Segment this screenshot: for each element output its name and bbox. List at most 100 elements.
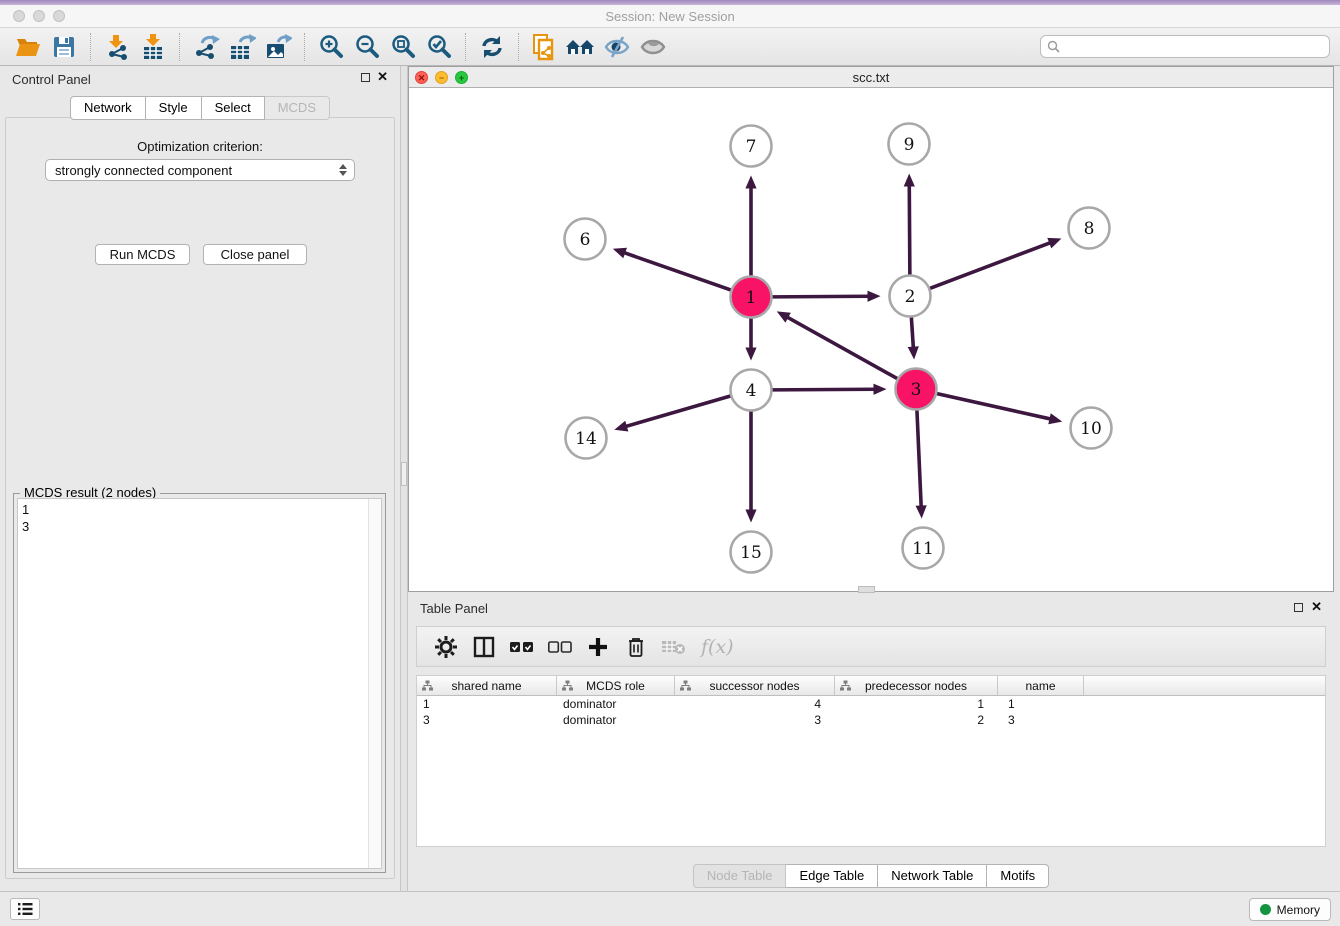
select-all-checkboxes-button[interactable]	[505, 631, 539, 663]
zoom-in-button[interactable]	[315, 32, 347, 62]
export-table-icon	[228, 34, 256, 60]
delete-table-button[interactable]	[657, 631, 691, 663]
result-scrollbar[interactable]	[368, 499, 381, 868]
table-cell[interactable]: 3	[998, 712, 1084, 728]
tab-network[interactable]: Network	[70, 96, 146, 120]
show-all-button[interactable]	[637, 32, 669, 62]
close-table-panel-icon[interactable]: ✕	[1311, 600, 1322, 614]
table-cell[interactable]: 3	[417, 712, 557, 728]
toolbar-separator	[465, 33, 466, 61]
import-table-button[interactable]	[137, 32, 169, 62]
tab-node-table[interactable]: Node Table	[693, 864, 787, 888]
graph-edge-2-8[interactable]	[930, 242, 1051, 288]
search-icon	[1047, 40, 1060, 53]
attribute-tree-icon	[840, 680, 851, 691]
network-window-titlebar[interactable]: ✕ − + scc.txt	[409, 67, 1333, 88]
graph-edge-3-1[interactable]	[786, 317, 897, 379]
search-field[interactable]	[1040, 35, 1330, 58]
mcds-result-area[interactable]: 1 3	[17, 498, 382, 869]
open-session-button[interactable]	[12, 32, 44, 62]
column-layout-button[interactable]	[467, 631, 501, 663]
zoom-selected-button[interactable]	[423, 32, 455, 62]
mcds-result-text: 1 3	[22, 501, 365, 866]
table-cell[interactable]: 2	[835, 712, 998, 728]
graph-edge-2-9[interactable]	[909, 184, 910, 274]
table-cell-filler	[1084, 712, 1325, 728]
table-cell[interactable]: dominator	[557, 696, 675, 712]
zoom-fit-button[interactable]	[387, 32, 419, 62]
import-network-button[interactable]	[101, 32, 133, 62]
float-table-panel-icon[interactable]	[1294, 603, 1303, 612]
table-cell[interactable]: 1	[998, 696, 1084, 712]
column-header-mcds-role[interactable]: MCDS role	[557, 676, 675, 695]
export-network-button[interactable]	[190, 32, 222, 62]
graph-edge-3-11[interactable]	[917, 410, 921, 507]
network-graph[interactable]: 7968124314101511	[409, 88, 1333, 591]
column-header-label: successor nodes	[709, 679, 799, 693]
table-panel: Table Panel ✕	[408, 595, 1334, 890]
function-builder-button[interactable]: f(x)	[695, 631, 739, 663]
deselect-all-checkboxes-button[interactable]	[543, 631, 577, 663]
criterion-dropdown[interactable]: strongly connected component	[45, 159, 355, 181]
delete-column-button[interactable]	[619, 631, 653, 663]
tab-style[interactable]: Style	[146, 96, 202, 120]
graph-edge-4-14[interactable]	[625, 396, 730, 427]
table-cell[interactable]: 1	[835, 696, 998, 712]
new-network-from-selection-button[interactable]	[529, 32, 561, 62]
float-panel-icon[interactable]	[361, 73, 370, 82]
graph-edge-1-2[interactable]	[772, 296, 869, 297]
hide-selected-button[interactable]	[601, 32, 633, 62]
export-image-button[interactable]	[262, 32, 294, 62]
tab-select[interactable]: Select	[202, 96, 265, 120]
column-header-shared-name[interactable]: shared name	[417, 676, 557, 695]
vertical-splitter[interactable]	[400, 66, 408, 891]
graph-edge-3-10[interactable]	[937, 394, 1051, 420]
graph-edge-2-3[interactable]	[911, 317, 913, 348]
close-panel-icon[interactable]: ✕	[377, 70, 388, 84]
tab-edge-table[interactable]: Edge Table	[786, 864, 878, 888]
unchecked-boxes-icon	[548, 641, 572, 653]
table-cell[interactable]: 3	[675, 712, 835, 728]
column-header-label: MCDS role	[586, 679, 645, 693]
search-input[interactable]	[1064, 40, 1323, 54]
save-session-button[interactable]	[48, 32, 80, 62]
table-cell[interactable]: 1	[417, 696, 557, 712]
column-header-name[interactable]: name	[998, 676, 1084, 695]
refresh-button[interactable]	[476, 32, 508, 62]
attribute-tree-icon	[562, 680, 573, 691]
graph-edge-4-3[interactable]	[772, 389, 875, 390]
node-table[interactable]: shared name MCDS role successor nodes prede…	[416, 675, 1326, 847]
column-header-successor-nodes[interactable]: successor nodes	[675, 676, 835, 695]
table-body: 1dominator4113dominator323	[417, 696, 1325, 728]
tab-mcds[interactable]: MCDS	[265, 96, 330, 120]
refresh-icon	[479, 35, 505, 59]
add-column-button[interactable]	[581, 631, 615, 663]
table-row[interactable]: 1dominator411	[417, 696, 1325, 712]
memory-button[interactable]: Memory	[1249, 898, 1331, 921]
graph-edge-1-6[interactable]	[623, 252, 730, 290]
task-history-button[interactable]	[10, 898, 40, 920]
tab-motifs[interactable]: Motifs	[987, 864, 1049, 888]
edge-arrowhead-icon	[614, 421, 628, 432]
zoom-out-button[interactable]	[351, 32, 383, 62]
first-neighbors-button[interactable]	[565, 32, 597, 62]
network-canvas[interactable]: 7968124314101511	[409, 88, 1333, 591]
column-header-predecessor-nodes[interactable]: predecessor nodes	[835, 676, 998, 695]
network-view-title: scc.txt	[409, 70, 1333, 85]
close-panel-button[interactable]: Close panel	[203, 244, 307, 265]
delete-table-icon	[661, 638, 687, 656]
export-table-button[interactable]	[226, 32, 258, 62]
horizontal-splitter-handle[interactable]	[858, 586, 875, 593]
splitter-handle[interactable]	[401, 462, 407, 486]
table-settings-button[interactable]	[429, 631, 463, 663]
table-row[interactable]: 3dominator323	[417, 712, 1325, 728]
fx-label: f(x)	[699, 636, 734, 658]
tab-network-table[interactable]: Network Table	[878, 864, 987, 888]
table-cell[interactable]: 4	[675, 696, 835, 712]
plus-icon	[587, 636, 609, 658]
run-mcds-button[interactable]: Run MCDS	[95, 244, 190, 265]
table-cell[interactable]: dominator	[557, 712, 675, 728]
edge-arrowhead-icon	[908, 346, 919, 359]
edge-arrowhead-icon	[1047, 238, 1061, 248]
toolbar-separator	[179, 33, 180, 61]
